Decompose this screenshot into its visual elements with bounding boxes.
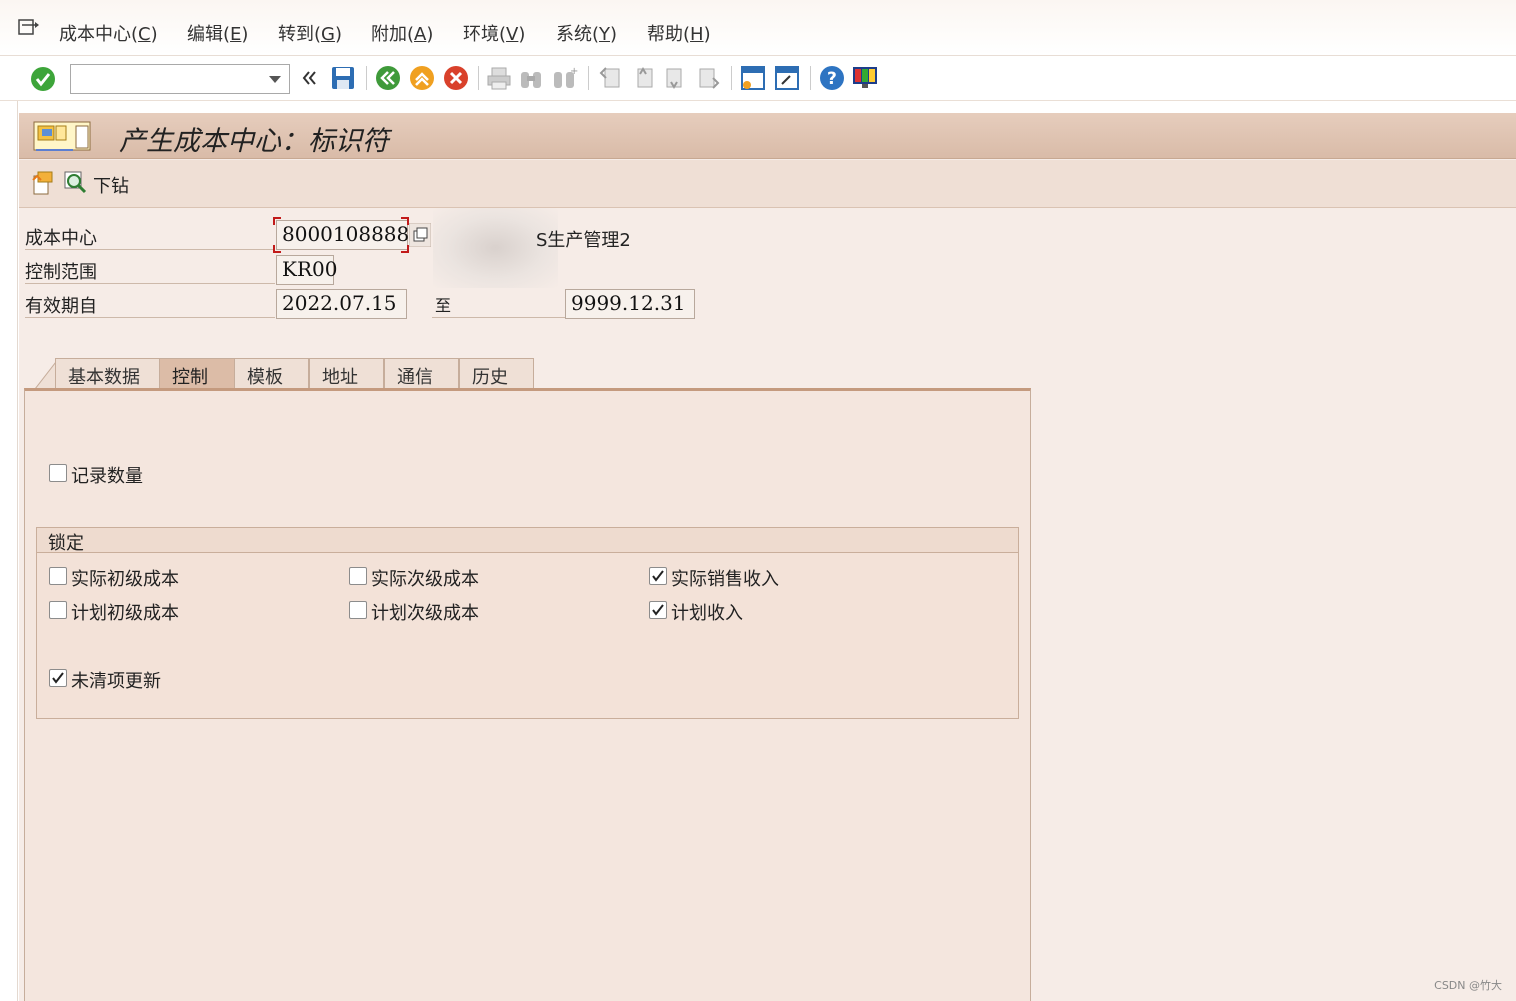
actual-secondary-costs-checkbox[interactable] [349,567,367,585]
menu-cost-center[interactable]: 成本中心(C) [59,20,158,46]
lock-group-header: 锁定 [37,528,1018,554]
toolbar-separator [810,66,811,90]
plan-primary-costs-checkbox[interactable] [49,601,67,619]
checkmark-icon [652,604,664,616]
plan-primary-costs-label: 计划初级成本 [71,603,179,624]
actual-primary-costs-checkbox[interactable] [49,567,67,585]
record-quantity-checkbox[interactable] [49,464,67,482]
focus-corner [273,217,281,225]
plan-secondary-costs-label: 计划次级成本 [371,603,479,624]
next-page-icon[interactable] [662,64,690,92]
svg-text:?: ? [827,69,837,89]
checkmark-icon [52,672,64,684]
cost-center-description: S生产管理2 [536,230,631,251]
drilldown-icon[interactable] [63,170,91,196]
toolbar-separator [366,66,367,90]
other-cost-center-icon[interactable] [31,170,55,196]
tab-address[interactable]: 地址 [309,358,384,388]
menu-system[interactable]: 系统(Y) [556,20,617,46]
menu-environment[interactable]: 环境(V) [463,20,525,46]
cost-center-label: 成本中心 [25,220,275,250]
tab-control[interactable]: 控制 [159,358,235,388]
drilldown-button-label[interactable]: 下钻 [93,172,129,198]
shortcut-icon[interactable] [773,64,801,92]
tab-basic-data[interactable]: 基本数据 [55,358,161,388]
command-field[interactable] [70,64,290,94]
valid-from-label: 有效期自 [25,288,275,318]
save-icon[interactable] [330,64,356,92]
valid-to-input[interactable]: 9999.12.31 [565,289,695,319]
help-icon[interactable]: ? [818,64,846,92]
open-items-update-checkbox[interactable] [49,669,67,687]
tab-history[interactable]: 历史 [459,358,534,388]
value-help-icon[interactable] [409,223,431,247]
menu-extras[interactable]: 附加(A) [371,20,433,46]
tab-communication[interactable]: 通信 [384,358,459,388]
first-page-icon[interactable] [596,64,624,92]
open-items-update-label: 未清项更新 [71,671,161,692]
focus-corner [401,217,409,225]
plan-revenues-label: 计划收入 [671,603,743,624]
main-screen: 产生成本中心：标识符 下钻 成本中心 8000108888 S生产管理2 控制范… [19,113,1516,1001]
controlling-area-input[interactable]: KR00 [276,255,337,285]
menu-goto[interactable]: 转到(G) [278,20,342,46]
lock-group: 锁定 实际初级成本 实际次级成本 实际销售收入 计划初级成本 计划次级成本 计划… [36,527,1019,719]
record-quantity-label: 记录数量 [71,466,143,487]
menu-bar: 成本中心(C) 编辑(E) 转到(G) 附加(A) 环境(V) 系统(Y) 帮助… [0,0,1516,56]
toolbar-separator [478,66,479,90]
back-icon[interactable] [374,64,402,92]
menu-edit[interactable]: 编辑(E) [187,20,248,46]
layout-icon[interactable] [851,64,879,92]
cost-center-input[interactable]: 8000108888 [276,220,409,250]
left-rail [0,101,18,1001]
menu-help[interactable]: 帮助(H) [647,20,711,46]
toolbar-separator [588,66,589,90]
valid-to-label: 至 [432,288,565,318]
cost-center-icon [33,121,91,151]
chevron-down-icon[interactable] [269,76,281,83]
plan-revenues-checkbox[interactable] [649,601,667,619]
tab-panel-control: 记录数量 锁定 实际初级成本 实际次级成本 实际销售收入 计划初级成本 计划次级… [24,388,1031,1001]
focus-corner [273,245,281,253]
actual-revenues-label: 实际销售收入 [671,569,779,590]
title-bar: 产生成本中心：标识符 [19,113,1516,159]
print-icon[interactable] [486,64,512,92]
toolbar-separator [731,66,732,90]
actual-secondary-costs-label: 实际次级成本 [371,569,479,590]
plan-secondary-costs-checkbox[interactable] [349,601,367,619]
actual-revenues-checkbox[interactable] [649,567,667,585]
actual-primary-costs-label: 实际初级成本 [71,569,179,590]
create-session-icon[interactable] [739,64,767,92]
double-chevron-left-icon[interactable] [300,68,320,88]
cancel-icon[interactable] [442,64,470,92]
checkmark-icon [652,570,664,582]
prev-page-icon[interactable] [629,64,657,92]
focus-corner [401,245,409,253]
find-next-icon[interactable]: + [551,64,579,92]
svg-text:+: + [570,66,578,77]
exit-icon[interactable] [408,64,436,92]
last-page-icon[interactable] [695,64,723,92]
controlling-area-label: 控制范围 [25,254,275,284]
find-icon[interactable] [518,64,544,92]
page-title: 产生成本中心：标识符 [119,126,389,157]
enter-icon[interactable] [29,65,57,93]
tab-templates[interactable]: 模板 [234,358,309,388]
watermark: CSDN @竹大 [1434,979,1502,992]
lock-group-title: 锁定 [48,533,84,554]
valid-from-input[interactable]: 2022.07.15 [276,289,407,319]
menu-icon[interactable] [18,18,40,38]
application-toolbar: 下钻 [19,160,1516,208]
